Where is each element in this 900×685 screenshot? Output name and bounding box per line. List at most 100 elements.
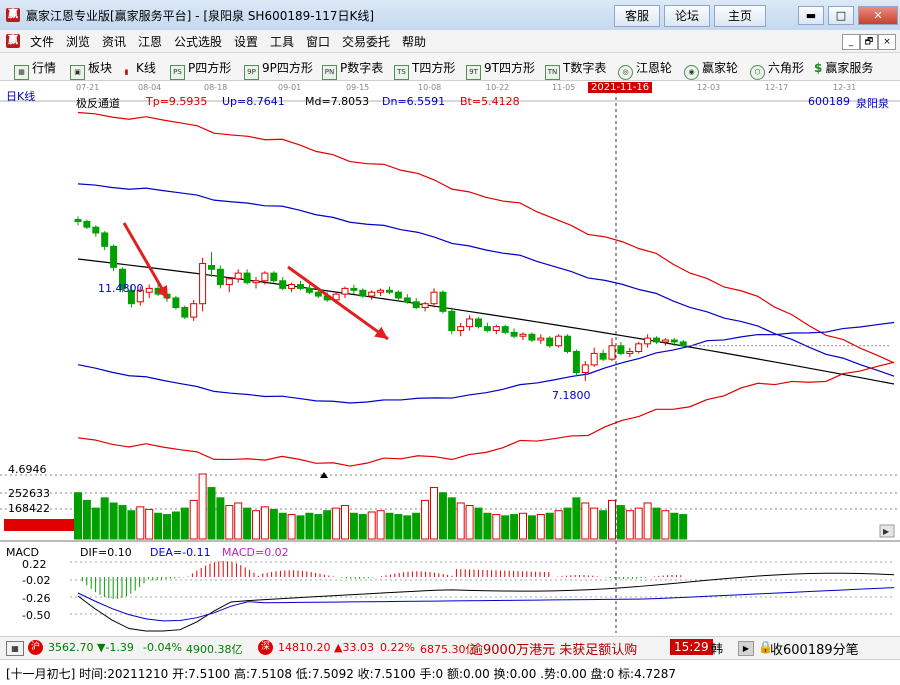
menu-settings[interactable]: 设置 (234, 33, 258, 50)
volume-bar (323, 510, 332, 540)
date-tick: 07-21 (76, 83, 100, 92)
toolbar-t-square-button[interactable]: TS T四方形 (394, 59, 455, 80)
channel-top-line (77, 111, 895, 364)
candle-body (261, 272, 269, 282)
volume-bar (447, 497, 456, 540)
mdi-minimize-button[interactable]: _ (842, 34, 860, 50)
candle-body (653, 337, 660, 343)
candle-body (350, 287, 358, 291)
menu-trade[interactable]: 交易委托 (342, 33, 390, 50)
toolbar-gann-wheel-label: 江恩轮 (636, 61, 673, 75)
toolbar-quotes-button[interactable]: ▦ 行情 (14, 59, 56, 80)
toolbar-p-square-button[interactable]: PS P四方形 (170, 59, 231, 80)
close-button[interactable]: ✕ (858, 6, 898, 25)
home-button[interactable]: 主页 (714, 5, 766, 27)
candle-body (412, 301, 420, 309)
volume-bar (536, 514, 545, 540)
toolbar: ▦ 行情 ▣ 板块 ▮ K线 PS P四方形 9P 9P四方形 PN P数字表 TS T四方形… (0, 53, 900, 81)
stock-name: 泉阳泉 (856, 97, 889, 110)
volume-bar (527, 515, 536, 540)
kline-chart[interactable]: ▶ (0, 81, 900, 633)
app-logo-icon: 赢 (6, 8, 20, 22)
menu-help[interactable]: 帮助 (402, 33, 426, 50)
candle-body (475, 318, 482, 328)
volume-bar (474, 507, 483, 540)
candle-body (270, 272, 278, 282)
candle-body (377, 289, 385, 293)
candle-body (190, 303, 198, 318)
candle-body (216, 268, 224, 286)
candle-body (617, 345, 625, 354)
candle-body (439, 291, 447, 312)
toolbar-winner-wheel-button[interactable]: ◉ 赢家轮 (684, 59, 738, 80)
volume-bar (572, 497, 581, 540)
toolbar-p-table-button[interactable]: PN P数字表 (322, 59, 383, 80)
volume-bar (269, 508, 278, 540)
volume-bar (332, 507, 341, 540)
menu-file[interactable]: 文件 (30, 33, 54, 50)
menu-tools[interactable]: 工具 (270, 33, 294, 50)
forum-button[interactable]: 论坛 (664, 5, 710, 27)
blocks-icon: ▣ (70, 65, 85, 80)
macd-axis-label: -0.02 (22, 574, 51, 587)
menu-formula-select[interactable]: 公式选股 (174, 33, 222, 50)
volume-bar (260, 506, 269, 540)
volume-bar (643, 502, 652, 540)
toolbar-sectors-button[interactable]: ▣ 板块 (70, 59, 112, 80)
date-tick: 08-04 (138, 83, 162, 92)
volume-bar (341, 505, 349, 540)
candle-body (501, 326, 509, 333)
customer-service-button[interactable]: 客服 (614, 5, 660, 27)
menu-gann[interactable]: 江恩 (138, 33, 162, 50)
toolbar-service-button[interactable]: $ 赢家服务 (814, 59, 873, 76)
toolbar-9t-square-button[interactable]: 9T 9T四方形 (466, 59, 535, 80)
volume-bar (376, 510, 385, 540)
candle-body (537, 337, 545, 341)
volume-bar (661, 510, 670, 540)
ts-icon: TS (394, 65, 409, 80)
volume-bar (305, 512, 314, 540)
menu-window[interactable]: 窗口 (306, 33, 330, 50)
maximize-button[interactable]: □ (828, 6, 854, 25)
volume-bar (198, 473, 207, 540)
toolbar-9p-square-button[interactable]: 9P 9P四方形 (244, 59, 313, 80)
volume-bar (554, 510, 563, 540)
channel-down-line (77, 321, 895, 404)
calculator-icon[interactable]: ▦ (6, 641, 24, 656)
candle-body (466, 318, 474, 328)
candle-body (644, 337, 652, 345)
toolbar-9t-square-label: 9T四方形 (484, 61, 535, 75)
annotation-arrow-2-shaft (287, 265, 389, 341)
mdi-close-button[interactable]: × (878, 34, 896, 50)
volume-bar (421, 499, 430, 540)
mdi-restore-button[interactable]: 🗗 (860, 34, 878, 50)
news-ticker[interactable]: 逾9000万港元 未获足额认购 (470, 639, 637, 658)
menu-news[interactable]: 资讯 (102, 33, 126, 50)
volume-bar (189, 499, 198, 540)
toolbar-kline-button[interactable]: ▮ K线 (120, 59, 156, 79)
sh-change: ▼-1.39 (97, 641, 134, 654)
channel-bottom-line (77, 361, 895, 467)
scroll-right-icon[interactable]: ▶ (738, 641, 754, 656)
winner-wheel-icon: ◉ (684, 65, 699, 80)
candle-body (590, 352, 598, 366)
chart-panel[interactable]: ▶ 日K线 极反通道 Tp=9.5935 Up=8.7641 Md=7.8053… (0, 81, 900, 633)
candle-body (572, 350, 580, 374)
volume-bar (91, 507, 100, 540)
toolbar-hexagon-button[interactable]: ⬡ 六角形 (750, 59, 804, 80)
sh-index: 3562.70 (48, 641, 94, 654)
menu-browse[interactable]: 浏览 (66, 33, 90, 50)
volume-bar (412, 512, 421, 540)
app-menu-icon[interactable]: 赢 (6, 34, 20, 48)
toolbar-gann-wheel-button[interactable]: ◎ 江恩轮 (618, 59, 672, 80)
bar-info-status: [十一月初七] 时间:20211210 开:7.5100 高:7.5108 低:… (0, 659, 900, 685)
tn-icon: TN (545, 65, 560, 80)
minimize-button[interactable]: ▬ (798, 6, 824, 25)
collect-tick-button[interactable]: 收600189分笔 (770, 639, 859, 658)
volume-axis-label: 168422 (8, 502, 50, 515)
volume-bar (625, 510, 634, 540)
toolbar-t-table-button[interactable]: TN T数字表 (545, 59, 606, 80)
volume-bar (590, 507, 599, 540)
volume-bar (456, 502, 465, 540)
volume-bar (670, 512, 679, 540)
